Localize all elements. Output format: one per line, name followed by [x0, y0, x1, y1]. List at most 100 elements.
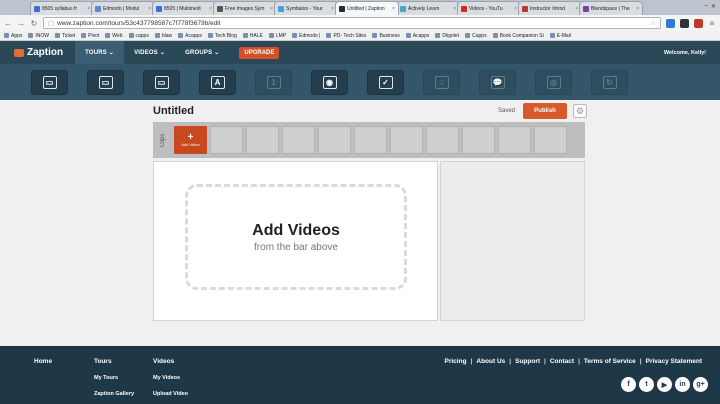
clip-slot[interactable] [462, 126, 495, 154]
upgrade-button[interactable]: UPGRADE [239, 46, 280, 59]
tab-close-icon[interactable]: × [331, 6, 334, 12]
tool-button[interactable]: ▭ [143, 69, 180, 95]
tool-button[interactable]: 💬 [479, 69, 516, 95]
clip-slot[interactable] [246, 126, 279, 154]
bookmark-item[interactable]: capps [128, 33, 149, 39]
tab-close-icon[interactable]: × [209, 6, 212, 12]
gear-icon[interactable]: ⚙ [573, 104, 587, 118]
tab-close-icon[interactable]: × [636, 6, 639, 12]
zaption-logo[interactable]: Zaption [14, 47, 63, 58]
clip-slot[interactable] [318, 126, 351, 154]
browser-tab[interactable]: Blendspace | The × [579, 1, 643, 15]
tool-button[interactable]: ☺ [423, 69, 460, 95]
nav-videos[interactable]: VIDEOS ⌄ [124, 41, 175, 64]
bookmark-item[interactable]: Acapps [405, 33, 429, 39]
nav-tours[interactable]: TOURS ⌄ [75, 41, 125, 64]
browser-tab[interactable]: Videos - YouTu × [457, 1, 521, 15]
clip-slot[interactable] [210, 126, 243, 154]
clip-slot[interactable] [534, 126, 567, 154]
tool-button[interactable]: ◉ [311, 69, 348, 95]
minimize-icon[interactable]: – [705, 3, 708, 9]
bookmark-item[interactable]: Ticket [55, 33, 75, 39]
publish-button[interactable]: Publish [523, 103, 567, 119]
footer-link-upload[interactable]: Upload Video [153, 391, 188, 397]
bookmark-item[interactable]: Pivot [81, 33, 99, 39]
footer-link[interactable]: Contact [550, 358, 574, 365]
clip-slot[interactable] [282, 126, 315, 154]
bookmark-item[interactable]: Diigolet [435, 33, 459, 39]
clip-slot[interactable] [390, 126, 423, 154]
forward-icon[interactable]: → [17, 19, 25, 28]
bookmark-item[interactable]: Web [105, 33, 123, 39]
clip-slot[interactable] [354, 126, 387, 154]
tool-button[interactable]: 1 [255, 69, 292, 95]
browser-tab[interactable]: Untitled | Zaption × [335, 1, 399, 15]
tab-close-icon[interactable]: × [514, 6, 517, 12]
google-plus-icon[interactable]: g+ [693, 377, 708, 392]
extension-icon[interactable] [666, 18, 675, 28]
browser-tab[interactable]: 8505 syllabus fr × [30, 1, 94, 15]
browser-tab[interactable]: Actively Learn × [396, 1, 460, 15]
clip-slot[interactable] [498, 126, 531, 154]
url-input[interactable]: ▢ www.zaption.com/tours/53c437798587c7f7… [43, 17, 661, 29]
tab-close-icon[interactable]: × [575, 6, 578, 12]
bookmark-item[interactable]: Acapps [178, 33, 202, 39]
extension-icon[interactable] [680, 18, 689, 28]
back-icon[interactable]: ← [4, 19, 12, 28]
page-title[interactable]: Untitled [153, 105, 194, 117]
facebook-icon[interactable]: f [621, 377, 636, 392]
footer-link[interactable]: Privacy Statement [646, 358, 702, 365]
footer-link[interactable]: Terms of Service [584, 358, 636, 365]
tool-button[interactable]: ◎ [535, 69, 572, 95]
browser-tab[interactable]: Edmodo | Modul × [91, 1, 155, 15]
nav-groups[interactable]: GROUPS ⌄ [175, 41, 229, 64]
add-videos-dropzone[interactable]: Add Videos from the bar above [185, 184, 407, 290]
reload-icon[interactable]: ↻ [30, 19, 38, 28]
tool-button[interactable]: ▭ [31, 69, 68, 95]
browser-tab[interactable]: Instructor Introd × [518, 1, 582, 15]
bookmark-item[interactable]: INOW [28, 33, 49, 39]
footer-link-home[interactable]: Home [34, 358, 52, 365]
bookmark-item[interactable]: Book Companion Si [492, 33, 544, 39]
bookmark-item[interactable]: LMP [268, 33, 286, 39]
bookmark-star-icon[interactable]: ☆ [650, 19, 656, 27]
bookmark-item[interactable]: PD- Tech Sites [326, 33, 366, 39]
close-window-icon[interactable]: ✕ [711, 3, 716, 10]
tool-button[interactable]: ▭ [87, 69, 124, 95]
footer-link-my-videos[interactable]: My Videos [153, 375, 188, 381]
footer-link[interactable]: About Us [476, 358, 505, 365]
footer-link[interactable]: Support [515, 358, 540, 365]
tab-close-icon[interactable]: × [87, 6, 90, 12]
tool-button[interactable]: ✓ [367, 69, 404, 95]
tab-close-icon[interactable]: × [453, 6, 456, 12]
bookmark-item[interactable]: E-Mail [549, 33, 571, 39]
footer-heading-tours[interactable]: Tours [94, 358, 134, 365]
welcome-user[interactable]: Welcome, Kelly! [664, 50, 706, 56]
extension-icon[interactable] [694, 18, 703, 28]
footer-link-my-tours[interactable]: My Tours [94, 375, 134, 381]
browser-tab[interactable]: Free Images Sym × [213, 1, 277, 15]
footer-heading-videos[interactable]: Videos [153, 358, 188, 365]
tool-button[interactable]: A [199, 69, 236, 95]
menu-icon[interactable]: ≡ [708, 19, 716, 28]
bookmark-item[interactable]: blaw [154, 33, 172, 39]
tab-close-icon[interactable]: × [148, 6, 151, 12]
tool-button[interactable]: ↻ [591, 69, 628, 95]
clip-slot[interactable] [426, 126, 459, 154]
tab-close-icon[interactable]: × [392, 6, 395, 12]
bookmark-item[interactable]: Edmodo | [292, 33, 320, 39]
browser-tab[interactable]: 8505 | Multimedi × [152, 1, 216, 15]
add-video-button[interactable]: + Add Video [174, 126, 207, 154]
bookmark-item[interactable]: Business [372, 33, 400, 39]
bookmark-item[interactable]: Tech Blog [207, 33, 237, 39]
twitter-icon[interactable]: t [639, 377, 654, 392]
bookmark-item[interactable]: Capps [465, 33, 487, 39]
footer-link[interactable]: Pricing [445, 358, 467, 365]
footer-link-gallery[interactable]: Zaption Gallery [94, 391, 134, 397]
youtube-icon[interactable]: ▶ [657, 377, 672, 392]
bookmark-item[interactable]: Apps [4, 33, 22, 39]
linkedin-icon[interactable]: in [675, 377, 690, 392]
tab-close-icon[interactable]: × [270, 6, 273, 12]
browser-tab[interactable]: Symbaloo - Your × [274, 1, 338, 15]
bookmark-item[interactable]: HALE [242, 33, 263, 39]
